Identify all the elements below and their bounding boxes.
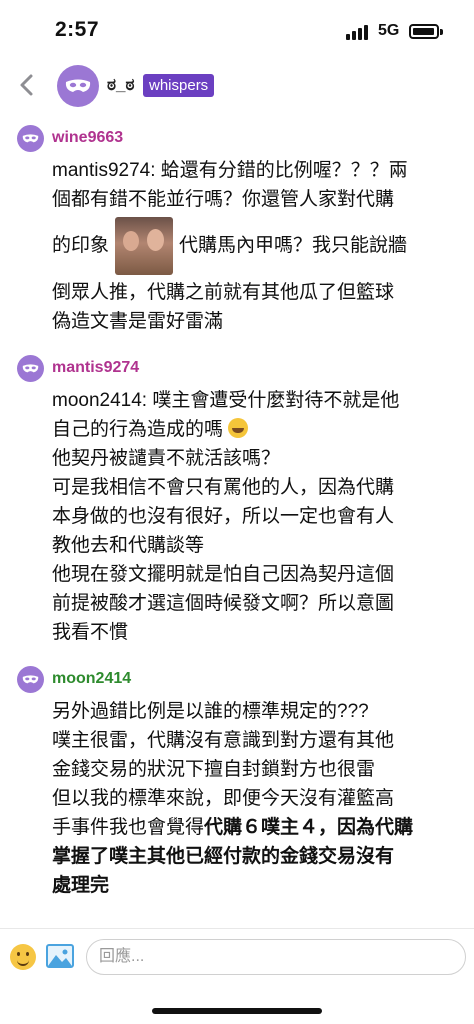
comment-line: 可是我相信不會只有罵他的人，因為代購 [52, 477, 395, 498]
comment-line: 金錢交易的狀況下擅自封鎖對方也很雷 [52, 759, 376, 780]
comment-item: mantis9274 moon2414: 噗主會遭受什麼對待不就是他 自己的行為… [0, 348, 474, 647]
status-bar: 2:57 5G [0, 0, 474, 60]
comment-author[interactable]: mantis9274 [52, 359, 139, 377]
comment-line: 我看不慣 [52, 622, 129, 643]
comment-line: mantis9274: 蛤還有分錯的比例喔？？？兩 [52, 160, 408, 181]
comment-body: moon2414: 噗主會遭受什麼對待不就是他 自己的行為造成的嗎 他契丹被譴責… [52, 386, 452, 647]
comment-line: 處理完 [52, 871, 452, 900]
network-label: 5G [378, 22, 400, 39]
header: ಠ_ಠ whispers [0, 60, 474, 112]
comment-bold-text: 代購６噗主４，因為代購 [204, 817, 414, 838]
status-time: 2:57 [55, 18, 100, 41]
header-avatar[interactable] [57, 65, 99, 107]
comment-text: 的印象 [52, 235, 110, 256]
emoji-icon[interactable] [10, 944, 36, 970]
image-icon[interactable] [46, 944, 74, 968]
comment-line: 教他去和代購談等 [52, 535, 205, 556]
whispers-badge: whispers [143, 74, 215, 97]
header-name: ಠ_ಠ [107, 75, 135, 94]
mask-icon [65, 79, 91, 92]
comment-bold-text: 掌握了噗主其他已經付款的金錢交易沒有 [52, 846, 395, 867]
comment-line: 前提被酸才選這個時候發文啊？所以意圖 [52, 593, 395, 614]
comment-line: 倒眾人推，代購之前就有其他瓜了但籃球 [52, 282, 395, 303]
battery-icon [409, 24, 439, 39]
comment-line: 但以我的標準來說，即便今天沒有灌籃高 [52, 788, 395, 809]
reply-bar [0, 928, 474, 984]
avatar[interactable] [17, 355, 44, 382]
comment-author[interactable]: moon2414 [52, 670, 131, 688]
comment-text: 自己的行為造成的嗎 [52, 419, 224, 440]
comment-item: wine9663 mantis9274: 蛤還有分錯的比例喔？？？兩 個都有錯不… [0, 118, 474, 336]
signal-icon [346, 24, 372, 40]
comment-line: 手事件我也會覺得代購６噗主４，因為代購 [52, 813, 452, 842]
home-indicator [152, 1008, 322, 1014]
comment-line: moon2414: 噗主會遭受什麼對待不就是他 [52, 390, 400, 411]
mask-icon [22, 134, 39, 143]
comment-author[interactable]: wine9663 [52, 129, 123, 147]
image-icon-graphic [48, 949, 72, 966]
avatar[interactable] [17, 666, 44, 693]
chevron-left-icon [20, 74, 33, 96]
inline-image[interactable] [115, 216, 174, 275]
comment-line-with-image: 的印象 代購馬內甲嗎？我只能說牆 [52, 214, 452, 278]
comment-line: 另外過錯比例是以誰的標準規定的??? [52, 701, 369, 722]
comment-text: 手事件我也會覺得 [52, 817, 205, 838]
reply-input[interactable] [86, 939, 466, 975]
comment-line: 掌握了噗主其他已經付款的金錢交易沒有 [52, 842, 452, 871]
comment-item: moon2414 另外過錯比例是以誰的標準規定的??? 噗主很雷，代購沒有意識到… [0, 659, 474, 900]
comment-body: 另外過錯比例是以誰的標準規定的??? 噗主很雷，代購沒有意識到對方還有其他 金錢… [52, 697, 452, 900]
comment-line: 自己的行為造成的嗎 [52, 415, 452, 444]
comment-line: 個都有錯不能並行嗎？你還管人家對代購 [52, 189, 395, 210]
avatar[interactable] [17, 125, 44, 152]
comment-text: 代購馬內甲嗎？我只能說牆 [179, 235, 408, 256]
mask-icon [22, 364, 39, 373]
rofl-emoji-icon [228, 418, 249, 438]
comment-line: 噗主很雷，代購沒有意識到對方還有其他 [52, 730, 395, 751]
back-button[interactable] [12, 70, 42, 100]
comment-bold-text: 處理完 [52, 875, 110, 896]
comment-body: mantis9274: 蛤還有分錯的比例喔？？？兩 個都有錯不能並行嗎？你還管人… [52, 156, 452, 336]
battery-tip [440, 29, 443, 35]
mask-icon [22, 675, 39, 684]
comment-line: 他現在發文擺明就是怕自己因為契丹這個 [52, 564, 395, 585]
comment-line: 偽造文書是雷好雷滿 [52, 311, 224, 332]
comment-line: 他契丹被譴責不就活該嗎？ [52, 448, 281, 469]
comment-line: 本身做的也沒有很好，所以一定也會有人 [52, 506, 395, 527]
comment-feed[interactable]: wine9663 mantis9274: 蛤還有分錯的比例喔？？？兩 個都有錯不… [0, 118, 474, 928]
